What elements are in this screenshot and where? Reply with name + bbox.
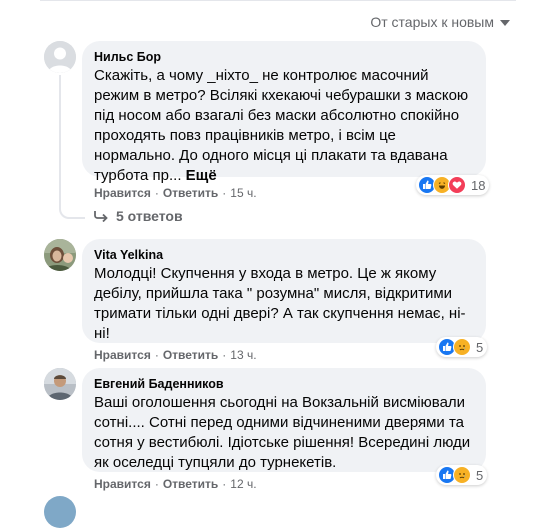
comment-text: Ваші оголошення сьогодні на Вокзальній в…: [94, 394, 475, 471]
avatar[interactable]: [44, 496, 76, 528]
comment-text: Скажіть, а чому _ніхто_ не контролює мас…: [94, 66, 474, 186]
like-button[interactable]: Нравится: [94, 477, 151, 491]
sad-icon: [453, 466, 471, 484]
separator: ·: [154, 186, 159, 200]
divider: [40, 0, 516, 1]
comment-author[interactable]: Нильс Бор: [94, 49, 474, 65]
comment-author[interactable]: Vita Yelkina: [94, 247, 474, 263]
timestamp[interactable]: 12 ч.: [230, 477, 256, 491]
thread-connector: [59, 75, 85, 219]
reply-button[interactable]: Ответить: [163, 348, 218, 362]
comment-bubble: Нильс Бор Скажіть, а чому _ніхто_ не кон…: [82, 41, 486, 184]
like-button[interactable]: Нравится: [94, 348, 151, 362]
comment-author[interactable]: Евгений Баденников: [94, 376, 474, 392]
separator: ·: [222, 477, 227, 491]
separator: ·: [222, 186, 227, 200]
sort-label: От старых к новым: [370, 14, 494, 30]
avatar[interactable]: [44, 41, 76, 73]
sad-icon: [453, 338, 471, 356]
separator: ·: [222, 348, 227, 362]
comment-bubble: Vita Yelkina Молодці! Скупчення у входа …: [82, 239, 486, 343]
avatar[interactable]: [44, 368, 76, 400]
timestamp[interactable]: 13 ч.: [230, 348, 256, 362]
reply-arrow-icon: [94, 211, 108, 222]
reaction-summary[interactable]: 18: [416, 175, 490, 195]
view-replies-button[interactable]: 5 ответов: [94, 208, 183, 224]
reaction-count: 18: [471, 177, 486, 193]
comment-text: Молодці! Скупчення у входа в метро. Це ж…: [94, 265, 466, 342]
replies-label: 5 ответов: [116, 208, 183, 224]
reaction-summary[interactable]: 5: [436, 337, 488, 357]
chevron-down-icon: [500, 20, 510, 26]
reaction-count: 5: [476, 467, 484, 483]
comment-actions: Нравится · Ответить · 12 ч.: [94, 477, 257, 491]
comment-bubble: Евгений Баденников Ваші оголошення сього…: [82, 368, 486, 472]
reaction-count: 5: [476, 339, 484, 355]
love-icon: [448, 176, 466, 194]
reply-button[interactable]: Ответить: [163, 477, 218, 491]
see-more-link[interactable]: Ещё: [186, 167, 217, 184]
sort-dropdown[interactable]: От старых к новым: [370, 13, 510, 31]
reaction-summary[interactable]: 5: [436, 465, 488, 485]
comment-body: Скажіть, а чому _ніхто_ не контролює мас…: [94, 67, 473, 184]
like-button[interactable]: Нравится: [94, 186, 151, 200]
separator: ·: [154, 477, 159, 491]
timestamp[interactable]: 15 ч.: [230, 186, 256, 200]
avatar[interactable]: [44, 239, 76, 271]
reply-button[interactable]: Ответить: [163, 186, 218, 200]
comment-actions: Нравится · Ответить · 13 ч.: [94, 348, 257, 362]
comment-actions: Нравится · Ответить · 15 ч.: [94, 186, 257, 200]
separator: ·: [154, 348, 159, 362]
